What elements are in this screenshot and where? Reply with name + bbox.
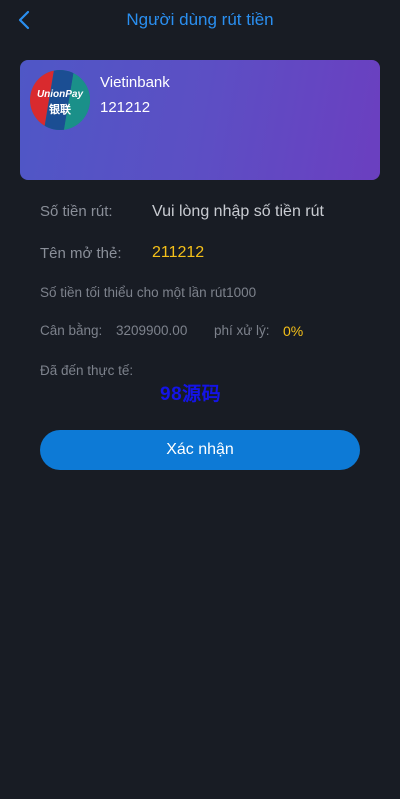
card-number: 121212: [100, 99, 151, 116]
bank-name: Vietinbank: [100, 74, 170, 91]
confirm-button[interactable]: Xác nhận: [40, 430, 360, 470]
header: Người dùng rút tiền: [0, 0, 400, 40]
logo-text-bottom: 银联: [49, 104, 71, 116]
received-label: Đã đến thực tế:: [40, 363, 134, 378]
balance-value: 3209900.00: [116, 323, 188, 338]
watermark: 98源码: [160, 384, 222, 405]
logo-text-top: UnionPay: [36, 89, 84, 100]
withdraw-page: Người dùng rút tiền UnionPay 银联 Vietinba…: [0, 0, 400, 799]
cardholder-value: 211212: [152, 244, 205, 261]
min-amount-note: Số tiền tối thiểu cho một lần rút1000: [40, 285, 257, 300]
chevron-left-icon: [18, 10, 30, 30]
amount-label: Số tiền rút:: [40, 203, 113, 220]
amount-input[interactable]: [152, 200, 362, 224]
back-button[interactable]: [12, 8, 36, 32]
unionpay-logo: UnionPay 银联: [30, 70, 90, 130]
bank-card: UnionPay 银联 Vietinbank 121212: [20, 60, 380, 180]
fee-label: phí xử lý:: [214, 323, 270, 338]
fee-value: 0%: [283, 323, 304, 339]
cardholder-label: Tên mở thẻ:: [40, 245, 122, 262]
balance-label: Cân bằng:: [40, 323, 103, 338]
page-title: Người dùng rút tiền: [126, 10, 274, 29]
